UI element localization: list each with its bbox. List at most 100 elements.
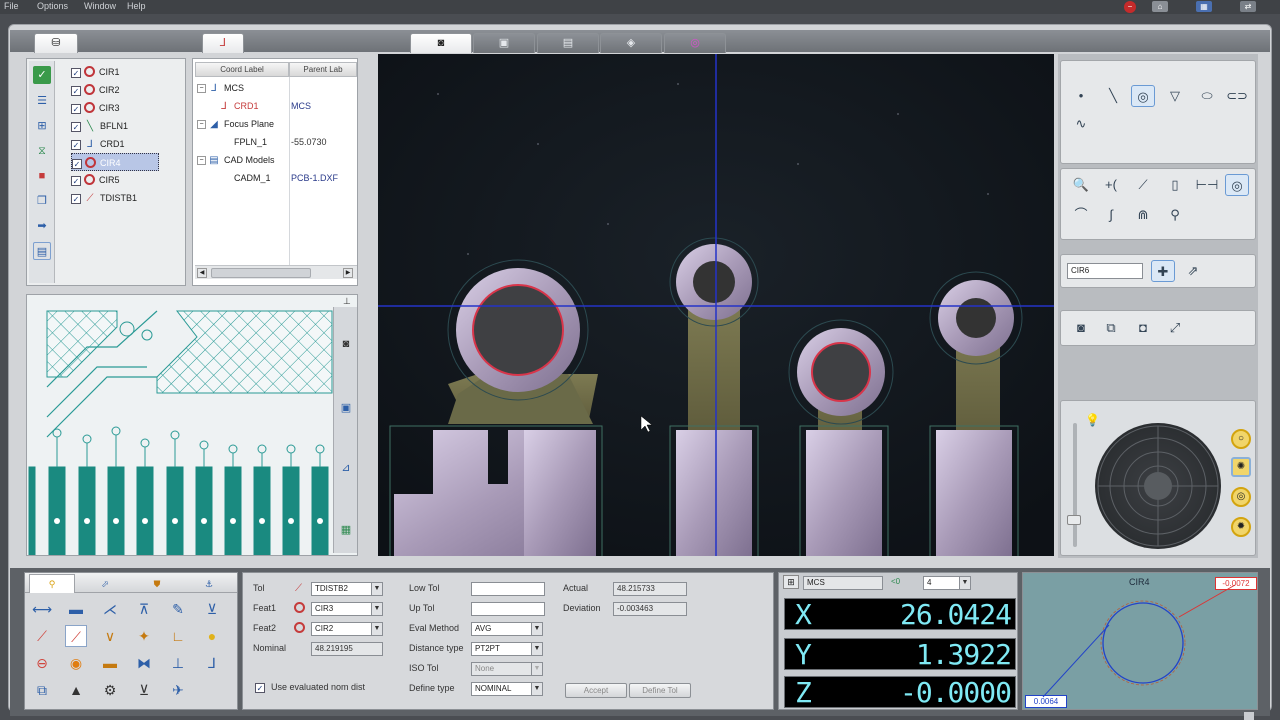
stack-icon[interactable]: ⊻ xyxy=(201,598,223,620)
tree-icon[interactable]: ⊞ xyxy=(33,117,51,135)
network-icon[interactable]: ⇄ xyxy=(1240,1,1256,12)
feat2-select[interactable]: CIR2 ▼ xyxy=(311,622,383,636)
target-icon[interactable]: ◉ xyxy=(65,652,87,674)
define-type-select[interactable]: NOMINAL ▼ xyxy=(471,682,543,696)
tab-camera[interactable]: ◙ xyxy=(410,33,472,53)
nominal-field[interactable]: 48.219195 xyxy=(311,642,383,656)
tab-cad[interactable]: ▤ xyxy=(537,33,599,53)
feature-name-input[interactable]: CIR6 xyxy=(1067,263,1143,279)
coord-row[interactable]: − ◢ Focus Plane xyxy=(197,115,357,133)
stop-icon[interactable]: − xyxy=(1124,1,1136,13)
image-icon[interactable]: ▣ xyxy=(337,399,355,417)
define-tol-button[interactable]: Define Tol xyxy=(629,683,691,698)
camera-view[interactable] xyxy=(378,54,1054,556)
tab-probe[interactable]: ⚲ xyxy=(29,574,75,593)
scroll-right-icon[interactable]: ▶ xyxy=(343,268,353,278)
camera-multi-icon[interactable]: ⧉ xyxy=(1099,317,1123,339)
feature-item[interactable]: ✓ ⅃ CRD1 xyxy=(71,135,183,153)
menu-options[interactable]: Options xyxy=(37,1,68,11)
feature-checkbox[interactable]: ✓ xyxy=(71,85,81,96)
edge-icon[interactable]: +( xyxy=(1099,174,1123,196)
tab-report[interactable]: ⚓ xyxy=(189,575,229,593)
coord-row[interactable]: − ▤ CAD Models xyxy=(197,151,357,169)
menu-file[interactable]: File xyxy=(4,1,19,11)
up-tol-input[interactable] xyxy=(471,602,545,616)
line-icon[interactable]: ╲ xyxy=(1101,85,1125,107)
camera-record-icon[interactable]: ◘ xyxy=(1131,317,1155,339)
parallel-icon[interactable]: ▬ xyxy=(65,598,87,620)
feature-checkbox[interactable]: ✓ xyxy=(71,67,81,78)
eval-method-select[interactable]: AVG ▼ xyxy=(471,622,543,636)
use-eval-checkbox[interactable]: ✓ xyxy=(255,683,265,693)
feature-item[interactable]: ✓ CIR1 xyxy=(71,63,183,81)
tab-tolerance[interactable]: ⛊ xyxy=(137,575,177,593)
delete-icon[interactable]: ■ xyxy=(33,167,51,185)
ellipse-icon[interactable]: ⬭ xyxy=(1195,85,1219,107)
coord-icon[interactable]: ⊞ xyxy=(783,575,799,589)
minus-circle-icon[interactable]: ⊖ xyxy=(31,652,53,674)
fit-view[interactable]: CIR4 -0.0072 0.0064 xyxy=(1022,572,1258,710)
coord-row[interactable]: CADM_1 PCB-1.DXF xyxy=(197,169,357,187)
expand-icon[interactable]: − xyxy=(197,156,206,166)
home-icon[interactable]: ⌂ xyxy=(1152,1,1168,12)
feat1-select[interactable]: CIR3 ▼ xyxy=(311,602,383,616)
coord-axis-icon[interactable]: ⅃ xyxy=(201,652,223,674)
gap-icon[interactable]: ⊢⊣ xyxy=(1195,174,1219,196)
arrow-right-icon[interactable]: ➡ xyxy=(33,217,51,235)
expand-icon[interactable]: − xyxy=(197,120,206,130)
light-slider-thumb[interactable] xyxy=(1067,515,1081,525)
wrench-icon[interactable]: ✎ xyxy=(167,598,189,620)
checkmark-icon[interactable]: ✓ xyxy=(33,66,51,84)
scroll-thumb[interactable] xyxy=(211,268,311,278)
wave-icon[interactable]: ∫ xyxy=(1099,204,1123,226)
tab-features[interactable]: ⛁ xyxy=(34,33,78,53)
circle-icon[interactable]: ◎ xyxy=(1131,85,1155,107)
tab-color[interactable]: ◎ xyxy=(664,33,726,53)
feature-item[interactable]: ✓ CIR5 xyxy=(71,171,183,189)
feature-item[interactable]: ✓ ⟋ TDISTB1 xyxy=(71,189,183,207)
precision-select[interactable]: 4 ▼ xyxy=(923,576,971,590)
gate-icon[interactable]: ⋒ xyxy=(1131,204,1155,226)
low-tol-input[interactable] xyxy=(471,582,545,596)
feature-checkbox[interactable]: ✓ xyxy=(71,193,81,204)
run-icon[interactable]: ⚙ xyxy=(99,679,121,701)
point-icon[interactable]: • xyxy=(1069,85,1093,107)
ruler-icon[interactable]: ⊿ xyxy=(337,459,355,477)
ring-light-icon[interactable]: ✺ xyxy=(1231,457,1251,477)
pin-icon[interactable]: ⊥ xyxy=(343,296,351,307)
distance-icon[interactable]: ⟷ xyxy=(31,598,53,620)
camera-icon[interactable]: ◙ xyxy=(337,335,355,353)
bar-icon[interactable]: ▬ xyxy=(99,652,121,674)
scroll-nub[interactable] xyxy=(1244,712,1254,720)
landscape-icon[interactable]: ▦ xyxy=(337,521,355,539)
ring-light-dial[interactable] xyxy=(1095,423,1221,549)
menu-window[interactable]: Window xyxy=(84,1,116,11)
light-slider[interactable] xyxy=(1073,423,1077,547)
cad-view[interactable]: ◙ ▣ ⊿ ▦ ⊥ xyxy=(26,294,358,556)
new-feature-icon[interactable]: ✚ xyxy=(1151,260,1175,282)
parent-label-header[interactable]: Parent Lab xyxy=(289,62,357,77)
pt2pt-icon[interactable]: ⟋ xyxy=(65,625,87,647)
feature-checkbox[interactable]: ✓ xyxy=(71,103,81,114)
dot-icon[interactable]: ● xyxy=(201,625,223,647)
feature-checkbox[interactable]: ✓ xyxy=(72,158,82,169)
feature-item[interactable]: ✓ CIR3 xyxy=(71,99,183,117)
coord-row[interactable]: FPLN_1 -55.0730 xyxy=(197,133,357,151)
coord-system-select[interactable]: MCS xyxy=(803,576,883,590)
arc-icon[interactable]: ⌒ xyxy=(1069,204,1093,226)
top-light-icon[interactable]: ○ xyxy=(1231,429,1251,449)
save-icon[interactable]: ⊻ xyxy=(133,679,155,701)
camera-snap-icon[interactable]: ◙ xyxy=(1069,317,1093,339)
tab-construct[interactable]: ⬀ xyxy=(85,575,125,593)
feature-item[interactable]: ✓ CIR4 xyxy=(71,153,159,171)
fit-icon[interactable]: ⤢ xyxy=(1163,317,1187,339)
width-icon[interactable]: ▯ xyxy=(1163,174,1187,196)
report-icon[interactable]: ▤ xyxy=(33,242,51,260)
tab-coords[interactable]: ⅃ xyxy=(202,33,244,53)
feature-checkbox[interactable]: ✓ xyxy=(71,139,81,150)
cross-icon[interactable]: ✦ xyxy=(133,625,155,647)
corner-icon[interactable]: ∟ xyxy=(167,625,189,647)
feature-checkbox[interactable]: ✓ xyxy=(71,121,81,132)
axis-icon[interactable]: ⊥ xyxy=(167,652,189,674)
vee-icon[interactable]: ∨ xyxy=(99,625,121,647)
